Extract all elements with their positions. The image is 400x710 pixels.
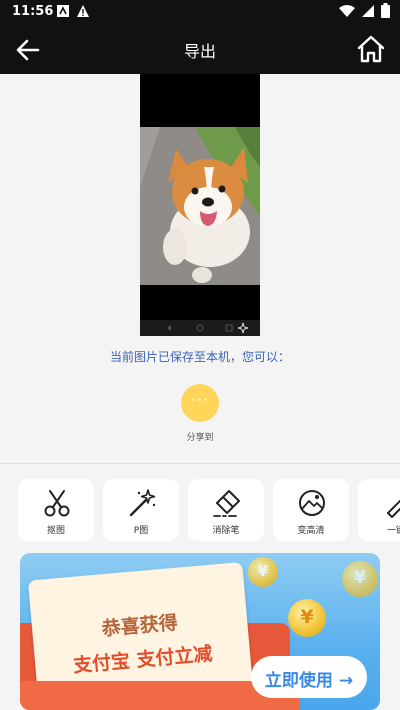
coin-icon: ¥ [248, 557, 278, 587]
warning-icon [77, 5, 89, 17]
tool-cutout[interactable]: 抠图 [18, 479, 94, 541]
coin-icon: ¥ [288, 599, 326, 637]
signal-icon [362, 4, 374, 17]
tool-hd-enhance[interactable]: 变高清 [273, 479, 349, 541]
dog-photo [140, 127, 260, 285]
tool-one-click[interactable]: 一键 [358, 479, 400, 541]
tool-eraser[interactable]: 消除笔 [188, 479, 264, 541]
eraser-icon [213, 490, 240, 517]
app-bar: 导出 [0, 24, 400, 74]
more-dots-icon: ··· [190, 390, 210, 409]
page-title: 导出 [183, 42, 216, 61]
status-time: 11:56 [12, 4, 54, 19]
pen-icon [387, 499, 400, 518]
magic-wand-icon [129, 489, 156, 517]
promo-banner[interactable]: ¥ ¥ ¥ 恭喜获得 支付宝 支付立减 立即使用 → [20, 553, 380, 710]
tool-p-edit[interactable]: P图 [103, 479, 179, 541]
share-button[interactable]: ··· [181, 384, 219, 422]
tool-label: P图 [133, 526, 149, 536]
use-now-label: 立即使用 → [264, 671, 354, 691]
saved-message: 当前图片已保存至本机，您可以： [109, 350, 290, 364]
tools-row: 抠图 P图 消除笔 变高清 一键 [18, 479, 400, 543]
use-now-button[interactable]: 立即使用 → [251, 656, 367, 698]
status-left-icons [56, 4, 90, 18]
coin-icon: ¥ [342, 561, 378, 597]
hd-enhance-icon [299, 490, 325, 516]
notification-app-icon [57, 5, 69, 17]
battery-icon [381, 3, 390, 18]
home-icon[interactable] [356, 34, 386, 64]
preview-nav-bar [140, 320, 260, 336]
status-right-icons [339, 3, 390, 18]
divider [0, 463, 400, 464]
status-bar: 11:56 [0, 0, 400, 24]
scissors-icon [44, 490, 70, 517]
tool-label: 消除笔 [212, 526, 240, 536]
exported-image-preview [140, 74, 260, 336]
wifi-icon [339, 4, 355, 17]
tool-label: 变高清 [297, 526, 325, 536]
tool-label: 一键 [386, 526, 400, 536]
tool-label: 抠图 [46, 526, 65, 536]
share-label: 分享到 [186, 433, 214, 443]
